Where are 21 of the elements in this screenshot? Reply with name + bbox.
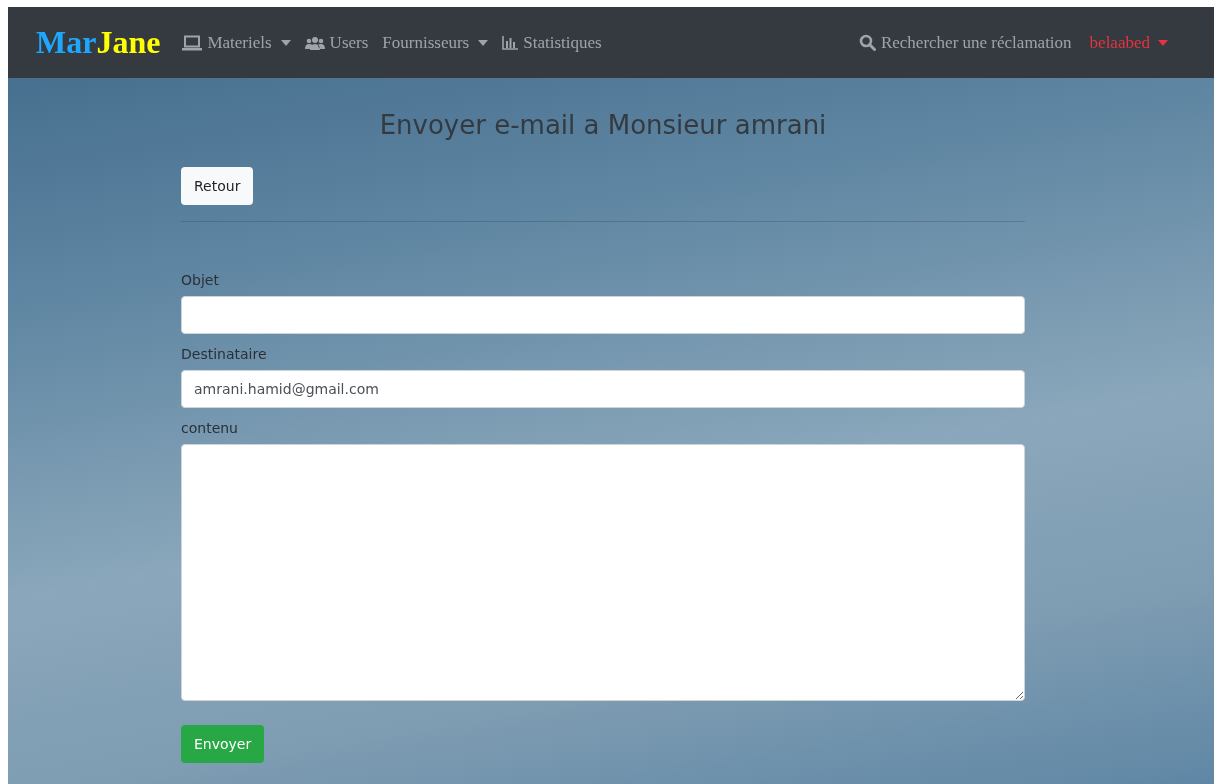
users-icon: [304, 35, 325, 50]
nav-link[interactable]: Statistiques: [502, 32, 602, 53]
send-button[interactable]: Envoyer: [181, 725, 265, 763]
field-label: Objet: [181, 272, 220, 288]
back-button[interactable]: Retour: [181, 167, 254, 205]
user-menu[interactable]: belaabed: [1089, 32, 1168, 53]
field-label: contenu: [181, 420, 239, 436]
input-field[interactable]: [181, 296, 1025, 334]
page-title: Envoyer e-mail a Monsieur amrani: [378, 110, 828, 140]
laptop-icon: [182, 34, 203, 51]
nav-link[interactable]: Users: [304, 32, 369, 53]
search-icon: [858, 34, 876, 51]
bar-chart-icon: [502, 35, 519, 50]
input-field[interactable]: amrani.hamid@gmail.com: [181, 370, 1025, 408]
field-label: Destinataire: [181, 346, 268, 362]
logo-text[interactable]: Mar: [36, 24, 97, 60]
search-link[interactable]: Rechercher une réclamation: [858, 32, 1072, 53]
nav-link[interactable]: Materiels: [182, 32, 291, 53]
text-area[interactable]: [181, 444, 1025, 701]
nav-link[interactable]: Fournisseurs: [382, 32, 489, 53]
logo-text[interactable]: Jane: [96, 24, 161, 60]
